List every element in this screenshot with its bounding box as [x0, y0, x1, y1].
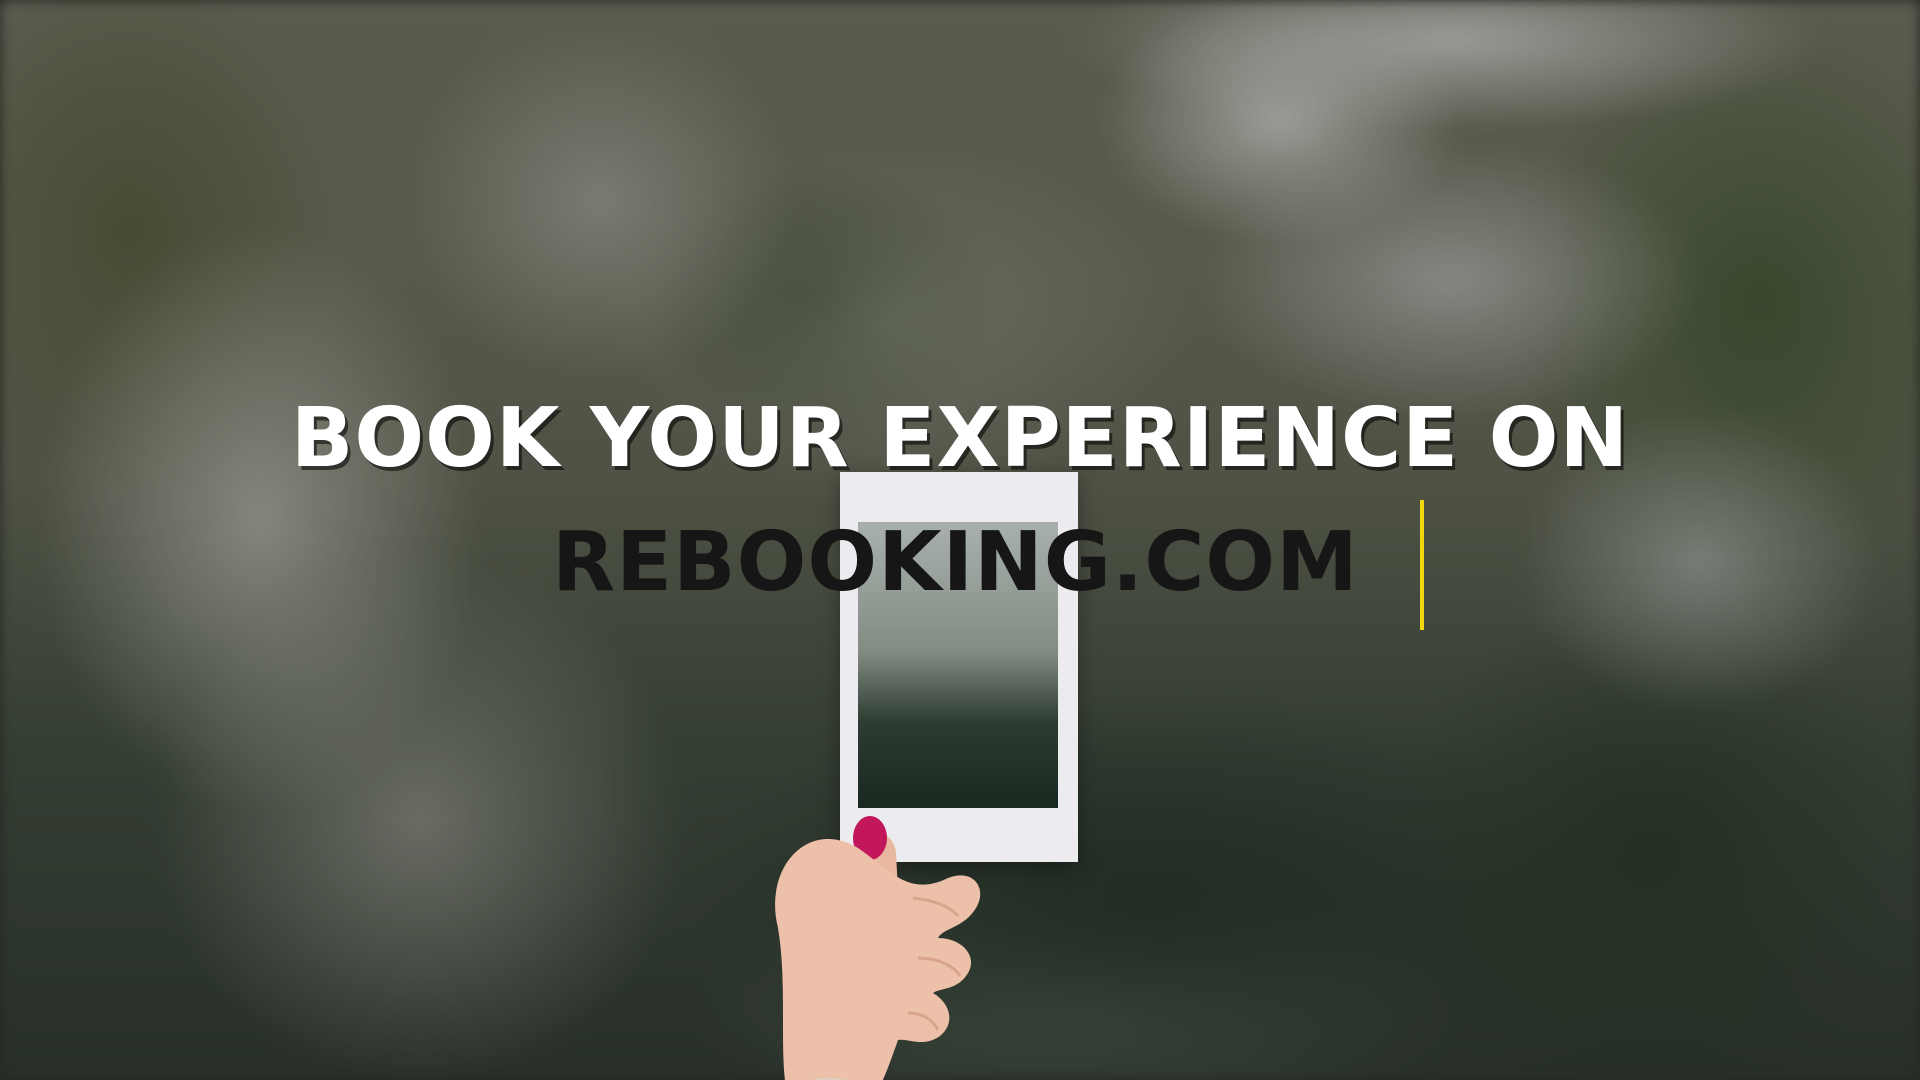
typed-website-text: REBOOKING.COM: [552, 515, 1359, 610]
hero-section: BOOK YOUR EXPERIENCE ON REBOOKING.COM: [0, 0, 1920, 1080]
headline: BOOK YOUR EXPERIENCE ON: [290, 391, 1630, 486]
text-cursor-icon: [1420, 500, 1424, 630]
hand-image: [775, 816, 981, 1080]
